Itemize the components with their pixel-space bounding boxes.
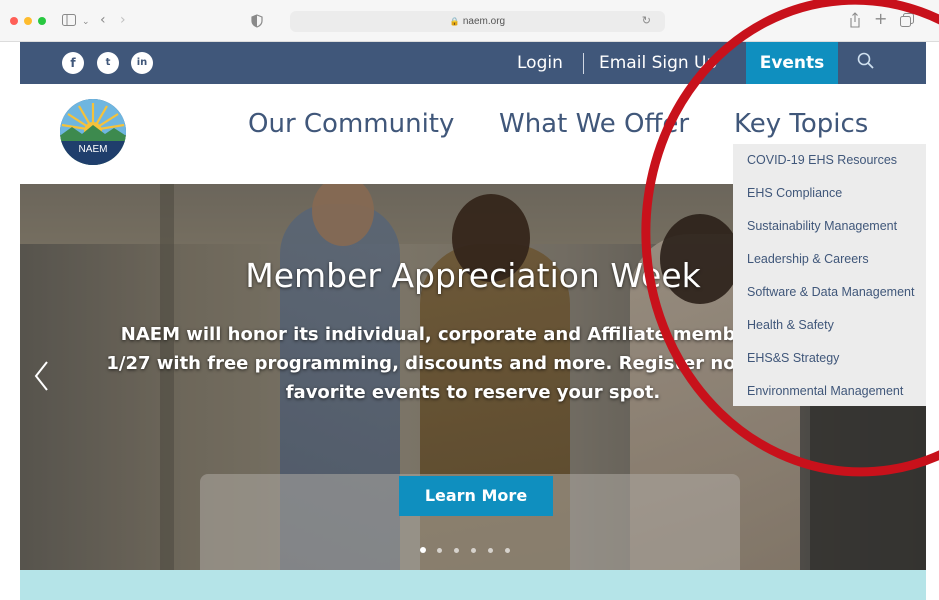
dropdown-item[interactable]: EHS Compliance: [733, 177, 926, 210]
dropdown-item[interactable]: EHS&S Strategy: [733, 342, 926, 375]
carousel-dot[interactable]: [420, 547, 426, 553]
dropdown-item[interactable]: Health & Safety: [733, 309, 926, 342]
browser-toolbar: ⌄ ‹ › 🔒 naem.org ↻ +: [0, 0, 939, 42]
carousel-dot[interactable]: [437, 548, 442, 553]
web-page: f t in Login Email Sign Up Events NAEM O…: [20, 42, 926, 600]
utility-bar: f t in Login Email Sign Up Events: [20, 42, 926, 84]
email-signup-link[interactable]: Email Sign Up: [599, 42, 717, 84]
nav-what-we-offer[interactable]: What We Offer: [499, 104, 689, 144]
carousel-dot[interactable]: [488, 548, 493, 553]
topbar-divider: [583, 53, 584, 74]
hero-description: NAEM will honor its individual, corporat…: [106, 324, 840, 403]
carousel-dot[interactable]: [505, 548, 510, 553]
sidebar-icon[interactable]: [62, 14, 76, 26]
dropdown-item[interactable]: Environmental Management: [733, 375, 926, 406]
chevron-down-icon[interactable]: ⌄: [82, 15, 90, 29]
dropdown-item[interactable]: Software & Data Management: [733, 276, 926, 309]
search-icon[interactable]: [856, 51, 876, 71]
dropdown-item[interactable]: COVID-19 EHS Resources: [733, 144, 926, 177]
nav-key-topics[interactable]: Key Topics: [734, 104, 868, 144]
nav-our-community[interactable]: Our Community: [248, 104, 454, 144]
dropdown-item[interactable]: Leadership & Careers: [733, 243, 926, 276]
key-topics-dropdown: COVID-19 EHS Resources EHS Compliance Sust…: [733, 144, 926, 406]
new-tab-icon[interactable]: +: [874, 11, 887, 27]
zoom-window-button[interactable]: [38, 17, 46, 25]
close-window-button[interactable]: [10, 17, 18, 25]
carousel-dot[interactable]: [471, 548, 476, 553]
page-margin-right: [926, 42, 939, 600]
previous-slide-icon[interactable]: [32, 359, 50, 393]
url-text: naem.org: [462, 16, 506, 27]
privacy-shield-icon[interactable]: [251, 14, 263, 28]
page-margin-left: [0, 42, 20, 600]
twitter-icon[interactable]: t: [97, 52, 119, 74]
reload-icon[interactable]: ↻: [642, 11, 651, 32]
dropdown-item[interactable]: Sustainability Management: [733, 210, 926, 243]
address-bar[interactable]: 🔒 naem.org ↻: [290, 11, 665, 32]
carousel-dots: [420, 547, 540, 556]
events-link[interactable]: Events: [746, 42, 838, 84]
lock-icon: 🔒: [449, 17, 460, 26]
tab-overview-icon[interactable]: [900, 13, 914, 27]
minimize-window-button[interactable]: [24, 17, 32, 25]
logo-text: NAEM: [79, 144, 108, 155]
naem-logo[interactable]: NAEM: [58, 97, 128, 167]
carousel-dot[interactable]: [454, 548, 459, 553]
login-link[interactable]: Login: [517, 42, 563, 84]
linkedin-icon[interactable]: in: [131, 52, 153, 74]
next-section: [20, 570, 926, 600]
share-icon[interactable]: [849, 12, 861, 28]
learn-more-button[interactable]: Learn More: [399, 476, 553, 516]
facebook-icon[interactable]: f: [62, 52, 84, 74]
forward-icon[interactable]: ›: [120, 13, 126, 27]
back-icon[interactable]: ‹: [100, 13, 106, 27]
